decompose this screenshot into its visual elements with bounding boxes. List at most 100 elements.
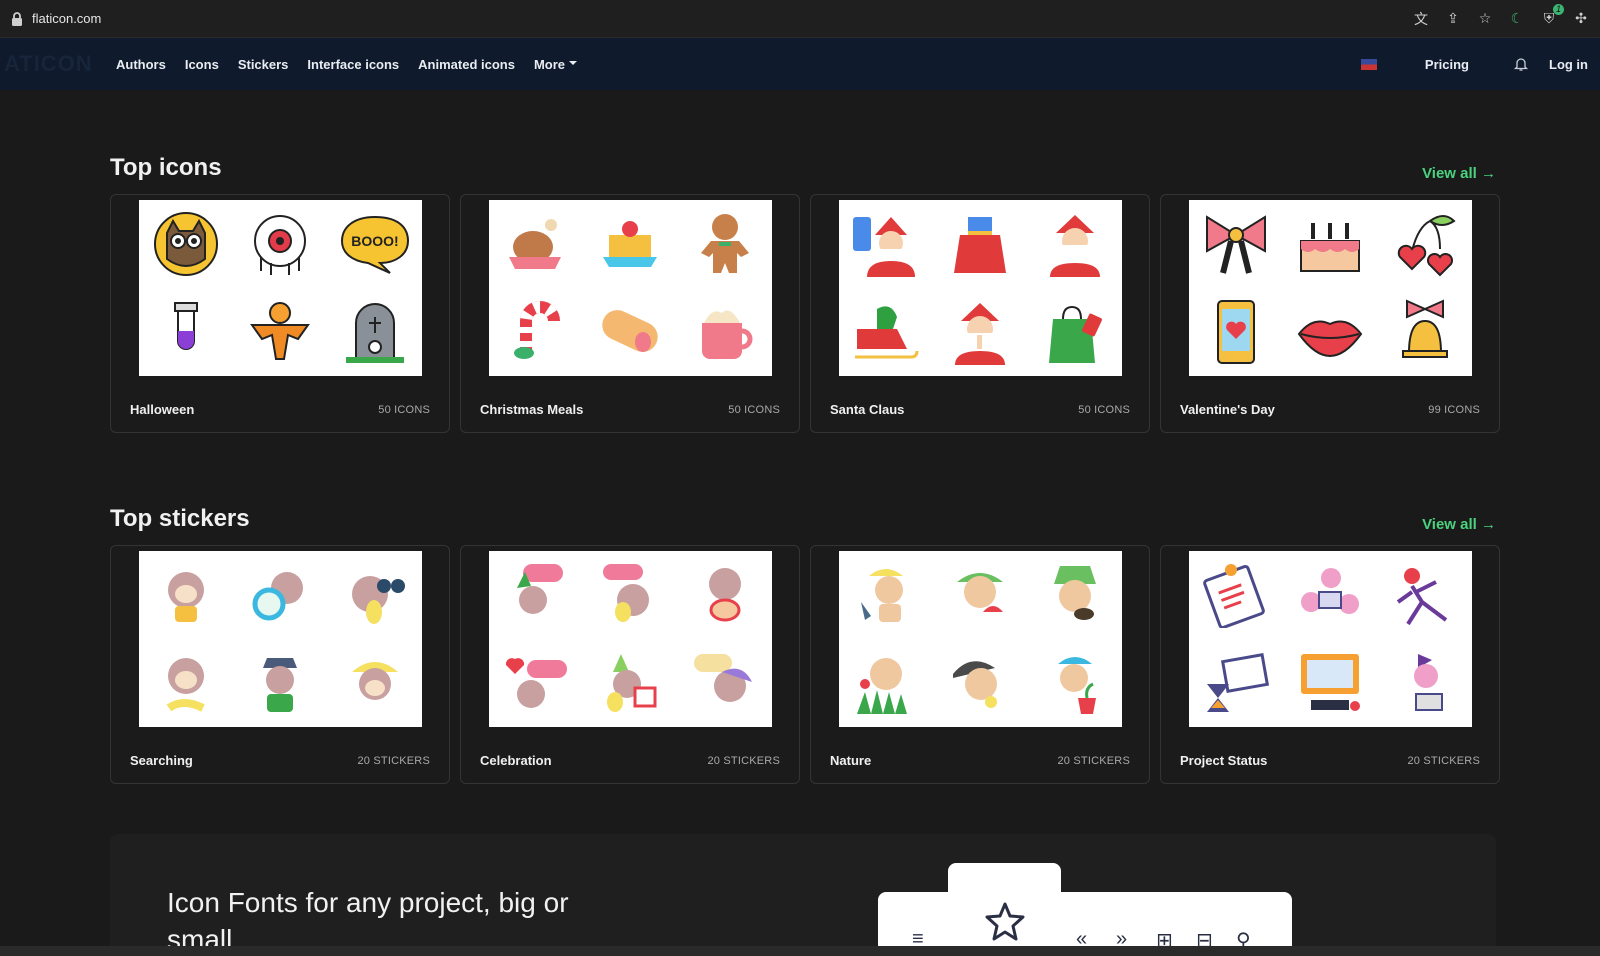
- icon-fonts-banner: Icon Fonts for any project, big or small…: [110, 834, 1496, 956]
- pack-name: Halloween: [130, 402, 195, 417]
- nav-pricing[interactable]: Pricing: [1425, 57, 1469, 72]
- bell-icon[interactable]: [1513, 56, 1529, 72]
- bookmark-star-icon[interactable]: ☆: [1476, 10, 1494, 28]
- monkey-surprise-icon: [603, 564, 650, 622]
- gift-bag-icon: [1048, 305, 1102, 363]
- section-title-top-stickers: Top stickers: [110, 505, 250, 532]
- nav-authors[interactable]: Authors: [116, 57, 166, 72]
- svg-text:BOOO!: BOOO!: [351, 233, 398, 249]
- pudding-icon: [603, 221, 658, 267]
- bear-cap-icon: [953, 661, 998, 708]
- burrito-icon: [602, 310, 659, 352]
- bear-mushroom-icon: [957, 573, 1004, 612]
- cherry-hearts-icon: [1397, 215, 1456, 277]
- candy-cane-icon: [514, 301, 561, 361]
- pack-thumbnail: [1189, 200, 1472, 376]
- login-link[interactable]: Log in: [1549, 57, 1588, 72]
- lips-icon: [1298, 320, 1363, 358]
- monkey-detective-icon: [263, 658, 298, 712]
- clipboard-report-icon: [1203, 564, 1265, 628]
- translate-icon[interactable]: 文: [1412, 10, 1430, 28]
- view-all-stickers-link[interactable]: View all →: [1422, 516, 1496, 533]
- hourglass-board-icon: [1207, 653, 1270, 712]
- pack-count: 50 ICONS: [1078, 403, 1130, 416]
- toolbar-preview-active-tab: [948, 863, 1061, 956]
- pack-name: Searching: [130, 753, 193, 768]
- monkey-valentine-icon: [506, 658, 568, 708]
- pack-card-project-status[interactable]: Project Status 20 STICKERS: [1160, 545, 1500, 784]
- site-logo[interactable]: ATICON: [4, 51, 92, 77]
- pack-card-searching[interactable]: Searching 20 STICKERS: [110, 545, 450, 784]
- pack-card-celebration[interactable]: Celebration 20 STICKERS: [460, 545, 800, 784]
- pack-thumbnail: [839, 551, 1122, 727]
- pack-count: 20 STICKERS: [1057, 754, 1130, 767]
- pack-thumbnail: BOOO!: [139, 200, 422, 376]
- shield-extension-icon[interactable]: ⛨ 1: [1540, 3, 1564, 28]
- brainstorm-clouds-icon: [1301, 568, 1360, 614]
- monkey-explorer-icon: [351, 662, 398, 700]
- bear-plant-icon: [1057, 657, 1096, 714]
- pack-thumbnail: [1189, 551, 1472, 727]
- pack-thumbnail: [839, 200, 1122, 376]
- address-bar[interactable]: flaticon.com: [32, 11, 101, 26]
- santa-face-icon: [1049, 215, 1100, 277]
- site-nav: ATICON Authors Icons Stickers Interface …: [0, 38, 1600, 90]
- view-all-icons-link[interactable]: View all →: [1422, 165, 1496, 182]
- nav-animated-icons[interactable]: Animated icons: [418, 57, 515, 72]
- eyeball-icon: [254, 215, 307, 275]
- pack-card-christmas-meals[interactable]: Christmas Meals 50 ICONS: [460, 194, 800, 433]
- pack-count: 20 STICKERS: [1407, 754, 1480, 767]
- gingerbread-icon: [700, 214, 749, 273]
- pack-thumbnail: [139, 551, 422, 727]
- pack-thumbnail: [489, 551, 772, 727]
- puzzle-extensions-icon[interactable]: ✣: [1572, 10, 1590, 28]
- sleigh-icon: [855, 306, 919, 359]
- booo-speech-icon: BOOO!: [340, 215, 409, 274]
- section-title-top-icons: Top icons: [110, 154, 222, 181]
- pack-count: 50 ICONS: [378, 403, 430, 416]
- running-person-icon: [1396, 568, 1448, 626]
- monkey-cake-icon: [708, 568, 741, 622]
- top-stickers-section: Top stickers View all → Searching 20 STI…: [0, 505, 1600, 784]
- bow-icon: [1206, 215, 1267, 274]
- phone-heart-icon: [1217, 300, 1256, 364]
- hot-chocolate-icon: [701, 310, 753, 359]
- pack-count: 99 ICONS: [1428, 403, 1480, 416]
- pack-name: Valentine's Day: [1180, 402, 1275, 417]
- scrollbar-strip: [0, 946, 1600, 956]
- roast-turkey-icon: [509, 219, 562, 269]
- nav-icons[interactable]: Icons: [185, 57, 219, 72]
- computer-monitor-icon: [1301, 654, 1361, 711]
- monkey-magnifier-icon: [252, 572, 304, 621]
- pack-card-halloween[interactable]: BOOO! Halloween 50 ICONS: [110, 194, 450, 433]
- pack-name: Project Status: [1180, 753, 1268, 768]
- monkey-pajama-icon: [693, 654, 752, 702]
- pack-name: Celebration: [480, 753, 552, 768]
- pack-card-santa-claus[interactable]: Santa Claus 50 ICONS: [810, 194, 1150, 433]
- nav-more-dropdown[interactable]: More: [534, 57, 577, 72]
- monkey-party-hat-icon: [607, 654, 657, 712]
- santa-hohoho-icon: [853, 217, 916, 277]
- browser-bar: flaticon.com 文 ⇪ ☆ ☾ ⛨ 1 ✣: [0, 0, 1600, 38]
- scarecrow-icon: [250, 302, 311, 360]
- pack-card-nature[interactable]: Nature 20 STICKERS: [810, 545, 1150, 784]
- nav-stickers[interactable]: Stickers: [238, 57, 289, 72]
- moon-extension-icon[interactable]: ☾: [1508, 10, 1526, 28]
- tombstone-icon: [345, 303, 404, 363]
- lock-icon: [12, 11, 22, 26]
- us-flag-icon[interactable]: [1360, 58, 1377, 70]
- monkey-sticker-icon: [168, 572, 205, 622]
- pack-name: Santa Claus: [830, 402, 905, 417]
- pack-card-valentines-day[interactable]: Valentine's Day 99 ICONS: [1160, 194, 1500, 433]
- bear-bucket-hat-icon: [1053, 566, 1096, 620]
- bear-gardener-icon: [861, 569, 904, 622]
- owl-icon: [154, 212, 219, 276]
- santa-shush-icon: [955, 303, 1006, 365]
- nav-interface-icons[interactable]: Interface icons: [307, 57, 399, 72]
- share-icon[interactable]: ⇪: [1444, 10, 1462, 28]
- pack-name: Christmas Meals: [480, 402, 584, 417]
- pack-count: 20 STICKERS: [357, 754, 430, 767]
- bell-bow-icon: [1401, 299, 1448, 358]
- monkey-magnifier-banana-icon: [166, 658, 205, 712]
- pack-count: 20 STICKERS: [707, 754, 780, 767]
